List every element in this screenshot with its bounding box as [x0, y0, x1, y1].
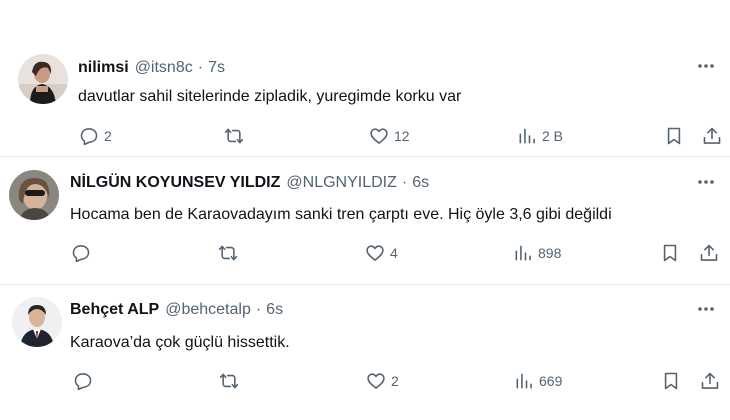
views-button[interactable]: 2 B: [517, 124, 563, 148]
avatar[interactable]: [12, 297, 62, 347]
retweet-button[interactable]: [218, 241, 243, 265]
share-icon: [701, 372, 719, 389]
like-count: 12: [394, 128, 410, 144]
more-horizontal-icon: [698, 307, 714, 311]
more-options-button[interactable]: [694, 56, 718, 76]
author-name[interactable]: nilimsi: [78, 58, 129, 78]
tweet[interactable]: NİLGÜN KOYUNSEV YILDIZ @NLGNYILDIZ · 6s …: [0, 156, 730, 284]
views-chart-icon: [516, 373, 532, 389]
separator-dot: ·: [197, 59, 204, 76]
retweet-button[interactable]: [219, 369, 244, 393]
bookmark-button[interactable]: [661, 369, 681, 393]
like-button[interactable]: 12: [369, 124, 410, 148]
author-handle[interactable]: @itsn8c: [135, 58, 193, 78]
bookmark-icon: [664, 372, 678, 390]
retweet-icon: [224, 128, 244, 144]
reply-icon: [74, 373, 92, 391]
author-handle[interactable]: @NLGNYILDIZ: [286, 173, 396, 193]
reply-icon: [72, 245, 90, 263]
more-options-button[interactable]: [694, 299, 718, 319]
views-count: 2 B: [542, 128, 564, 144]
reply-count: 2: [104, 128, 112, 144]
tweet-actions: 2 669: [0, 369, 730, 393]
heart-icon: [370, 128, 388, 144]
tweet-text: Karaova’da çok güçlü hissettik.: [70, 334, 290, 351]
reply-button[interactable]: [71, 241, 96, 265]
retweet-icon: [219, 373, 239, 389]
like-button[interactable]: 2: [366, 369, 399, 393]
tweet-text: davutlar sahil sitelerinde zipladik, yur…: [78, 88, 462, 105]
like-button[interactable]: 4: [365, 241, 398, 265]
timestamp[interactable]: 6s: [266, 300, 283, 320]
more-options-button[interactable]: [694, 172, 718, 192]
bookmark-icon: [667, 127, 681, 145]
like-count: 2: [391, 373, 399, 389]
heart-icon: [367, 373, 385, 389]
avatar[interactable]: [18, 54, 68, 104]
tweet-header: nilimsi @itsn8c · 7s: [78, 58, 225, 78]
retweet-button[interactable]: [224, 124, 249, 148]
heart-icon: [366, 245, 384, 261]
author-name[interactable]: NİLGÜN KOYUNSEV YILDIZ: [70, 173, 280, 193]
tweet-actions: 4 898: [0, 241, 730, 265]
tweet-text: Hocama ben de Karaovadayım sanki tren ça…: [70, 206, 612, 223]
reply-button[interactable]: [73, 369, 98, 393]
share-icon: [703, 127, 721, 144]
views-count: 898: [538, 245, 562, 261]
separator-dot: ·: [401, 174, 408, 191]
tweet-actions: 2 12 2 B: [0, 124, 730, 148]
bookmark-icon: [663, 244, 677, 262]
retweet-icon: [218, 245, 238, 261]
tweet-header: Behçet ALP @behcetalp · 6s: [70, 300, 283, 320]
share-button[interactable]: [700, 369, 720, 393]
views-button[interactable]: 669: [514, 369, 562, 393]
tweet-header: NİLGÜN KOYUNSEV YILDIZ @NLGNYILDIZ · 6s: [70, 173, 429, 193]
views-button[interactable]: 898: [513, 241, 561, 265]
bookmark-button[interactable]: [664, 124, 684, 148]
share-icon: [700, 244, 718, 261]
tweet[interactable]: Behçet ALP @behcetalp · 6s Karaova’da ço…: [0, 284, 730, 420]
like-count: 4: [390, 245, 398, 261]
share-button[interactable]: [699, 241, 719, 265]
reply-icon: [80, 128, 98, 146]
views-count: 669: [539, 373, 563, 389]
avatar[interactable]: [9, 170, 59, 220]
timestamp[interactable]: 6s: [412, 173, 429, 193]
author-handle[interactable]: @behcetalp: [165, 300, 251, 320]
author-name[interactable]: Behçet ALP: [70, 300, 159, 320]
share-button[interactable]: [702, 124, 722, 148]
views-chart-icon: [519, 128, 535, 144]
reply-button[interactable]: 2: [79, 124, 112, 148]
separator-dot: ·: [255, 301, 262, 318]
views-chart-icon: [515, 245, 531, 261]
bookmark-button[interactable]: [660, 241, 680, 265]
more-horizontal-icon: [698, 64, 714, 68]
more-horizontal-icon: [698, 180, 714, 184]
timestamp[interactable]: 7s: [208, 58, 225, 78]
tweet[interactable]: nilimsi @itsn8c · 7s davutlar sahil site…: [0, 0, 730, 156]
